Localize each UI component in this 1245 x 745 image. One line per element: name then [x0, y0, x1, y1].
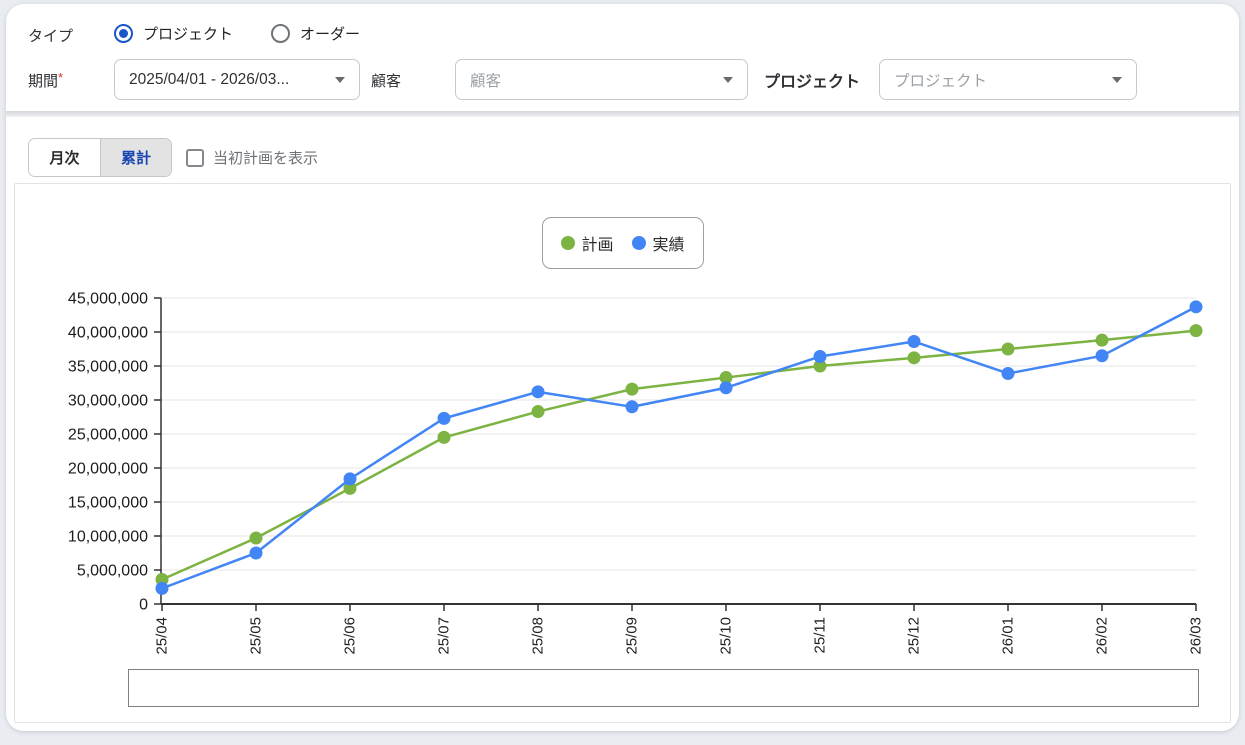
data-point-実績	[344, 472, 357, 485]
chevron-down-icon	[335, 77, 345, 83]
customer-filter-label: 顧客	[371, 70, 401, 91]
data-point-実績	[1190, 300, 1203, 313]
data-point-実績	[156, 582, 169, 595]
data-point-実績	[438, 412, 451, 425]
radio-project-label[interactable]: プロジェクト	[143, 23, 233, 44]
tab-cumulative[interactable]: 累計	[100, 139, 171, 176]
legend-dot	[560, 236, 574, 250]
data-point-実績	[532, 385, 545, 398]
y-tick-label: 5,000,000	[77, 563, 148, 580]
chart-range-selector[interactable]	[128, 669, 1199, 707]
y-tick-label: 45,000,000	[68, 291, 148, 308]
legend-item: 実績	[632, 231, 685, 255]
filter-section: タイプ プロジェクト オーダー 期間* 2025/04/01 - 2026/03…	[6, 4, 1239, 111]
initial-plan-checkbox-label[interactable]: 当初計画を表示	[213, 147, 318, 168]
data-point-計画	[532, 405, 545, 418]
legend-item: 計画	[560, 231, 613, 255]
y-tick-label: 25,000,000	[68, 427, 148, 444]
initial-plan-checkbox-row: 当初計画を表示	[186, 147, 318, 168]
y-tick-label: 15,000,000	[68, 495, 148, 512]
data-point-計画	[1096, 334, 1109, 347]
view-tab-group: 月次 累計	[28, 138, 172, 177]
chevron-down-icon	[723, 77, 733, 83]
data-point-実績	[720, 381, 733, 394]
type-radio-group: プロジェクト オーダー	[114, 23, 388, 44]
y-tick-label: 0	[139, 597, 148, 614]
data-point-実績	[626, 400, 639, 413]
data-point-実績	[250, 547, 263, 560]
x-tick-label: 25/11	[812, 617, 829, 653]
x-tick-label: 25/09	[624, 617, 641, 655]
data-point-実績	[908, 335, 921, 348]
period-select[interactable]: 2025/04/01 - 2026/03...	[114, 59, 360, 100]
y-tick-label: 40,000,000	[68, 325, 148, 342]
x-tick-label: 25/06	[342, 617, 359, 655]
data-point-計画	[626, 383, 639, 396]
chart-section: 月次 累計 当初計画を表示 0 5,000,000 10,000,000 15,000…	[6, 117, 1239, 731]
x-tick-label: 25/10	[718, 617, 735, 655]
period-filter-label: 期間*	[28, 70, 63, 91]
data-point-計画	[1002, 343, 1015, 356]
radio-order[interactable]	[271, 24, 290, 43]
tab-monthly[interactable]: 月次	[29, 139, 100, 176]
customer-select-placeholder: 顧客	[470, 69, 715, 91]
x-tick-label: 25/07	[436, 617, 453, 655]
main-card: タイプ プロジェクト オーダー 期間* 2025/04/01 - 2026/03…	[6, 4, 1239, 731]
data-point-実績	[1002, 367, 1015, 380]
x-tick-label: 25/05	[248, 617, 265, 655]
legend-label: 計画	[581, 231, 613, 255]
radio-order-label[interactable]: オーダー	[300, 23, 360, 44]
x-tick-label: 25/04	[154, 617, 171, 655]
data-point-計画	[438, 431, 451, 444]
project-filter-label: プロジェクト	[764, 68, 860, 92]
chart-legend: 計画 実績	[541, 217, 703, 269]
x-tick-label: 26/02	[1094, 617, 1111, 655]
chart-container: 0 5,000,000 10,000,000 15,000,000 20,000,000…	[14, 183, 1231, 723]
y-tick-label: 10,000,000	[68, 529, 148, 546]
legend-dot	[632, 236, 646, 250]
x-tick-label: 25/08	[530, 617, 547, 655]
data-point-計画	[908, 351, 921, 364]
data-point-実績	[814, 350, 827, 363]
x-tick-label: 26/03	[1188, 617, 1205, 655]
legend-label: 実績	[653, 231, 685, 255]
radio-project[interactable]	[114, 24, 133, 43]
data-point-実績	[1096, 349, 1109, 362]
period-label-text: 期間	[28, 73, 58, 90]
chevron-down-icon	[1112, 77, 1122, 83]
period-select-value: 2025/04/01 - 2026/03...	[129, 71, 327, 89]
customer-select[interactable]: 顧客	[455, 59, 748, 100]
type-filter-label: タイプ	[28, 25, 73, 46]
data-point-計画	[1190, 324, 1203, 337]
x-tick-label: 25/12	[906, 617, 923, 655]
x-tick-label: 26/01	[1000, 617, 1017, 655]
project-select[interactable]: プロジェクト	[879, 59, 1137, 100]
initial-plan-checkbox[interactable]	[186, 149, 204, 167]
project-select-placeholder: プロジェクト	[894, 69, 1104, 91]
y-tick-label: 35,000,000	[68, 359, 148, 376]
series-line-実績	[162, 307, 1196, 589]
y-tick-label: 20,000,000	[68, 461, 148, 478]
required-asterisk: *	[58, 70, 63, 85]
data-point-計画	[250, 532, 263, 545]
y-tick-label: 30,000,000	[68, 393, 148, 410]
